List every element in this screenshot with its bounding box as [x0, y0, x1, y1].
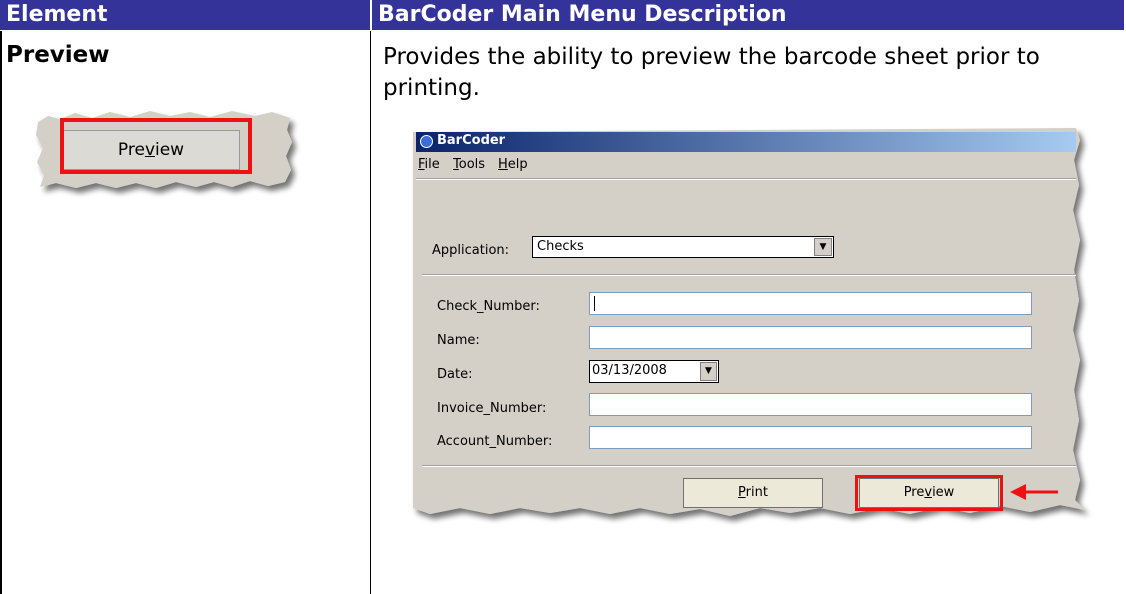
name-label: Name:	[437, 333, 480, 348]
document-table: Element BarCoder Main Menu Description P…	[0, 0, 1126, 594]
chevron-down-icon[interactable]: ▼	[814, 238, 832, 256]
preview-highlight-box	[855, 475, 1003, 511]
application-select-value: Checks	[537, 239, 584, 254]
check-number-label: Check_Number:	[437, 299, 540, 314]
date-dropdown-icon[interactable]: ▼	[700, 362, 717, 381]
menu-tools[interactable]: Tools	[453, 157, 485, 172]
application-label: Application:	[432, 243, 510, 258]
small-highlight-box	[60, 118, 252, 174]
print-button[interactable]: Print	[683, 478, 823, 508]
account-number-label: Account_Number:	[437, 434, 553, 449]
menu-help[interactable]: Help	[498, 157, 528, 172]
check-number-field[interactable]	[589, 292, 1032, 315]
menu-help-rest: elp	[507, 157, 528, 172]
window-titlebar	[416, 132, 1076, 152]
app-icon	[420, 135, 433, 148]
date-label: Date:	[437, 367, 473, 382]
menu-help-mnemonic: H	[498, 157, 508, 172]
date-value: 03/13/2008	[592, 363, 667, 378]
menu-separator	[416, 178, 1076, 180]
window-torn-frame	[413, 128, 1085, 516]
menu-tools-rest: ools	[458, 157, 486, 172]
menu-file[interactable]: File	[418, 157, 440, 172]
menu-file-rest: ile	[424, 157, 440, 172]
application-select[interactable]: Checks ▼	[532, 236, 834, 258]
print-label-mnemonic: P	[738, 485, 746, 500]
window-title: BarCoder	[437, 133, 506, 148]
section-separator-bottom	[422, 465, 1076, 467]
text-cursor	[594, 296, 595, 311]
name-field[interactable]	[589, 326, 1032, 349]
print-label-rest: rint	[745, 485, 768, 500]
invoice-number-label: Invoice_Number:	[437, 401, 547, 416]
date-field[interactable]: 03/13/2008 ▼	[589, 360, 719, 383]
invoice-number-field[interactable]	[589, 393, 1032, 416]
account-number-field[interactable]	[589, 426, 1032, 449]
section-separator-top	[422, 274, 1076, 276]
red-arrow-icon	[1010, 484, 1058, 500]
